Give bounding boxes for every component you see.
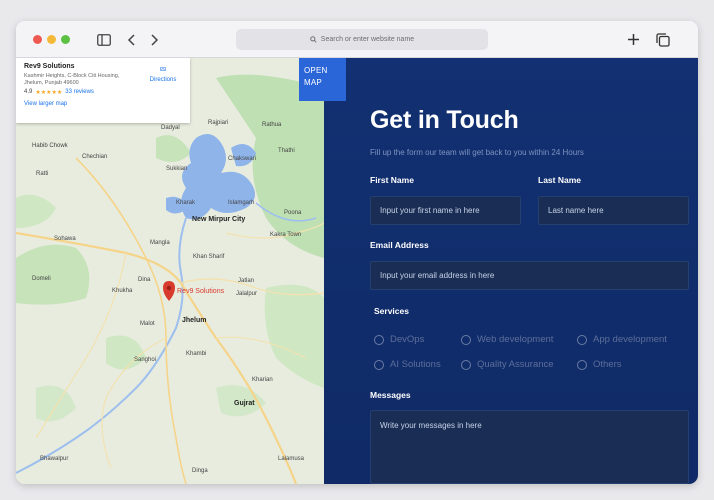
place-info-card: Rev9 Solutions Kashmir Heights, C-Block … <box>16 58 190 123</box>
service-option-devops[interactable]: DevOps <box>374 334 424 345</box>
map-place: Domeli <box>32 276 51 282</box>
map-place: Sukkian <box>166 166 188 172</box>
tabs-overview-icon[interactable] <box>655 32 670 47</box>
page-content: Dadyal Rajpiari Rathua Thathi Habib Chow… <box>16 58 698 484</box>
map-place: Thathi <box>278 148 295 154</box>
maximize-window-button[interactable] <box>61 35 70 44</box>
email-field[interactable]: Input your email address in here <box>370 261 689 290</box>
open-map-button[interactable]: OPEN MAP <box>299 58 346 101</box>
services-label: Services <box>374 306 409 316</box>
map-place: Rathua <box>262 122 282 128</box>
last-name-field[interactable]: Last name here <box>538 196 689 225</box>
map-place: Rajpiari <box>208 120 229 126</box>
radio-button[interactable] <box>374 359 384 370</box>
address-bar-placeholder: Search or enter website name <box>320 36 415 43</box>
service-option-label: Web development <box>477 334 554 345</box>
search-icon <box>310 36 317 43</box>
last-name-label: Last Name <box>538 175 581 185</box>
address-bar[interactable]: Search or enter website name <box>236 29 488 50</box>
place-address: Kashmir Heights, C-Block Citi Housing, J… <box>24 73 120 86</box>
map-place: Sohawa <box>54 236 76 242</box>
map-place: Ratti <box>36 171 49 177</box>
map-place: Mangla <box>150 240 170 246</box>
email-label: Email Address <box>370 240 429 250</box>
radio-button[interactable] <box>461 334 471 345</box>
map-place: Khukha <box>112 288 133 294</box>
messages-label: Messages <box>370 390 411 400</box>
messages-textarea[interactable]: Write your messages in here <box>370 410 689 484</box>
map-place: Kharak <box>176 200 196 206</box>
map-place: Lalamusa <box>278 456 305 462</box>
embedded-map[interactable]: Dadyal Rajpiari Rathua Thathi Habib Chow… <box>16 58 324 484</box>
browser-window: Search or enter website name Dadyal Rajp… <box>16 21 698 484</box>
radio-button[interactable] <box>577 359 587 370</box>
view-larger-map-link[interactable]: View larger map <box>24 101 182 107</box>
rating-value: 4.9 <box>24 89 33 95</box>
map-place: Habib Chowk <box>32 143 68 149</box>
map-place: Poona <box>284 210 302 216</box>
directions-icon: ⮹ <box>159 65 167 76</box>
map-place: Jalalpur <box>236 291 258 297</box>
service-option-quality-assurance[interactable]: Quality Assurance <box>461 359 554 370</box>
service-option-app-development[interactable]: App development <box>577 334 667 345</box>
first-name-label: First Name <box>370 175 414 185</box>
map-place: Jatlan <box>238 278 255 284</box>
map-place: Khambi <box>186 351 207 357</box>
directions-label: Directions <box>149 77 177 83</box>
service-option-label: AI Solutions <box>390 359 441 370</box>
service-option-label: Others <box>593 359 622 370</box>
map-place: Chechian <box>82 154 108 160</box>
map-place: Sanghoi <box>134 357 157 363</box>
reviews-link[interactable]: 33 reviews <box>65 89 94 96</box>
service-option-others[interactable]: Others <box>577 359 622 370</box>
minimize-window-button[interactable] <box>47 35 56 44</box>
rating-stars-icon: ★★★★★ <box>35 90 63 96</box>
radio-button[interactable] <box>374 334 384 345</box>
radio-button[interactable] <box>577 334 587 345</box>
map-place: Chakswari <box>228 156 257 162</box>
first-name-field[interactable]: Input your first name in here <box>370 196 521 225</box>
page-subtitle: Fill up the form our team will get back … <box>370 148 584 157</box>
directions-button[interactable]: ⮹ Directions <box>146 65 180 84</box>
map-place: Khan Sharif <box>193 254 225 260</box>
map-place: Islamgarh <box>228 200 255 206</box>
back-icon[interactable] <box>124 32 139 47</box>
service-option-label: Quality Assurance <box>477 359 554 370</box>
browser-toolbar: Search or enter website name <box>16 21 698 58</box>
map-place: Malot <box>140 321 155 327</box>
service-option-label: DevOps <box>390 334 425 345</box>
map-place: Jhelum <box>182 317 207 324</box>
close-window-button[interactable] <box>33 35 42 44</box>
contact-form-panel: Get in Touch Fill up the form our team w… <box>324 58 698 484</box>
map-place: Bhawalpur <box>40 456 69 462</box>
service-option-web-development[interactable]: Web development <box>461 334 553 345</box>
map-place: Dinga <box>192 468 208 474</box>
sidebar-icon[interactable] <box>96 32 111 47</box>
map-place: Kharian <box>252 377 273 383</box>
radio-button[interactable] <box>461 359 471 370</box>
map-pin-label[interactable]: Rev9 Solutions <box>177 288 224 295</box>
map-place: Dina <box>138 277 151 283</box>
service-option-ai-solutions[interactable]: AI Solutions <box>374 359 441 370</box>
map-place: Kakra Town <box>270 232 302 238</box>
place-rating: 4.9 ★★★★★ 33 reviews <box>24 89 182 96</box>
forward-icon[interactable] <box>146 32 161 47</box>
service-option-label: App development <box>593 334 667 345</box>
new-tab-icon[interactable] <box>626 32 641 47</box>
page-title: Get in Touch <box>370 106 519 134</box>
map-place: New Mirpur City <box>192 216 246 223</box>
map-place: Gujrat <box>234 400 255 407</box>
map-place: Dadyal <box>161 125 180 131</box>
